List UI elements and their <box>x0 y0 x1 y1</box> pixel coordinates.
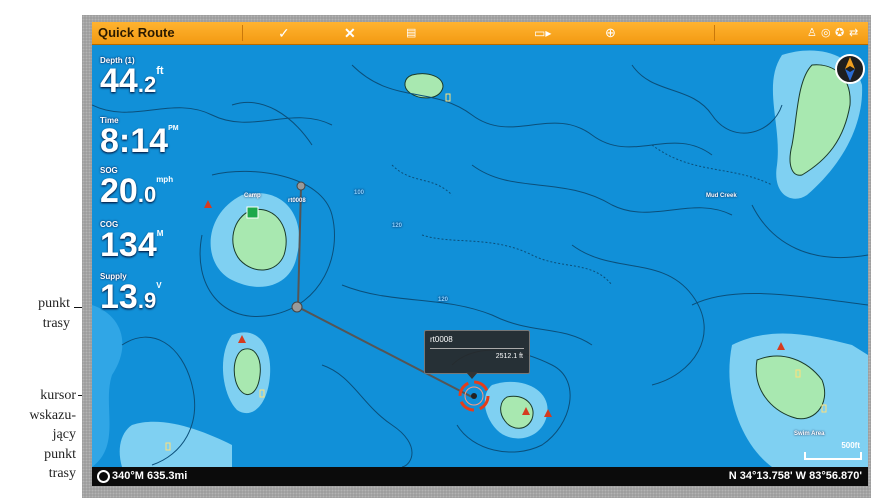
waypoint-info-popup[interactable]: rt0008 2512.1 ft <box>424 330 530 374</box>
waypoint-annotation-line2: trasy <box>42 316 70 331</box>
depth-label: 100 <box>354 190 365 196</box>
heading-distance-readout: 340°M 635.3mi <box>112 470 188 482</box>
toolbar-divider <box>242 25 243 41</box>
popup-distance: 2512.1 ft <box>495 353 523 360</box>
supply-value: 13 <box>100 278 138 314</box>
accept-route-icon[interactable]: ✓ <box>278 24 290 42</box>
route-waypoint <box>291 301 303 313</box>
popup-pointer <box>466 372 478 379</box>
chart-screen: rt0008 Camp Mud Creek Swim Area 100 120 … <box>92 22 868 486</box>
quick-route-toolbar: Quick Route ✓ ✕ ▤ ▭▸ ⊕ ♙ ◎ ✪ ⇄ <box>92 22 868 45</box>
cog-readout: COG 134M <box>100 220 164 264</box>
supply-readout: Supply 13.9V <box>100 272 162 314</box>
cursor-annotation-line5: trasy <box>48 466 76 481</box>
map-waypoint-label: rt0008 <box>288 198 306 204</box>
depth-label: 120 <box>438 297 449 303</box>
status-bar: 340°M 635.3mi N 34°13.758' W 83°56.870' <box>92 467 868 486</box>
waypoint-annotation-line1: punkt <box>38 296 70 311</box>
sonar-icon[interactable]: ◎ <box>821 24 831 42</box>
sog-decimal: .0 <box>137 182 157 207</box>
time-unit: PM <box>168 125 179 132</box>
waypoint-list-icon[interactable]: ▤ <box>406 24 416 42</box>
time-readout: Time 8:14PM <box>100 116 179 160</box>
popup-divider <box>430 348 524 349</box>
depth-unit: ft <box>156 65 164 77</box>
camp-icon <box>246 206 259 219</box>
popup-waypoint-name: rt0008 <box>430 335 453 344</box>
target-icon[interactable]: ⊕ <box>605 24 616 42</box>
cursor-annotation-line2: wskazu- <box>29 407 76 423</box>
time-value: 8:14 <box>100 122 169 160</box>
sog-unit: mph <box>156 175 174 184</box>
mud-creek-label: Mud Creek <box>706 193 737 199</box>
scale-bar: 500ft <box>804 441 862 460</box>
network-icon[interactable]: ⇄ <box>849 24 858 42</box>
heading-icon <box>97 470 110 483</box>
cog-value: 134 <box>100 226 157 264</box>
cursor-annotation-line4: punkt <box>44 446 76 462</box>
toolbar-divider <box>714 25 715 41</box>
cursor-annotation-line3: jący <box>52 427 76 442</box>
depth-decimal: .2 <box>137 72 157 97</box>
scale-label: 500ft <box>841 441 860 450</box>
settings-icon[interactable]: ✪ <box>835 24 844 42</box>
depth-readout: Depth (1) 44.2ft <box>100 56 164 101</box>
navigate-route-icon[interactable]: ▭▸ <box>534 24 551 42</box>
swim-area-label: Swim Area <box>794 431 825 437</box>
toolbar-title: Quick Route <box>98 25 175 40</box>
sog-value: 20 <box>100 172 138 210</box>
autopilot-icon[interactable]: ♙ <box>807 24 817 42</box>
supply-decimal: .9 <box>137 288 157 313</box>
route-start-waypoint <box>296 181 306 191</box>
depth-label: 120 <box>392 223 403 229</box>
compass-icon <box>835 54 865 84</box>
chart-map[interactable] <box>92 45 868 467</box>
cog-unit: M <box>156 229 164 238</box>
cursor-annotation: kursor wskazu- jący punkt trasy <box>0 386 76 484</box>
cursor-annotation-line1: kursor <box>40 388 76 403</box>
supply-unit: V <box>156 281 162 290</box>
camp-label: Camp <box>244 193 261 199</box>
depth-value: 44 <box>100 62 138 100</box>
sog-readout: SOG 20.0mph <box>100 166 173 211</box>
waypoint-annotation: punkt trasy <box>0 296 70 332</box>
gps-position-readout: N 34°13.758' W 83°56.870' <box>728 470 862 482</box>
cancel-route-icon[interactable]: ✕ <box>344 24 356 42</box>
